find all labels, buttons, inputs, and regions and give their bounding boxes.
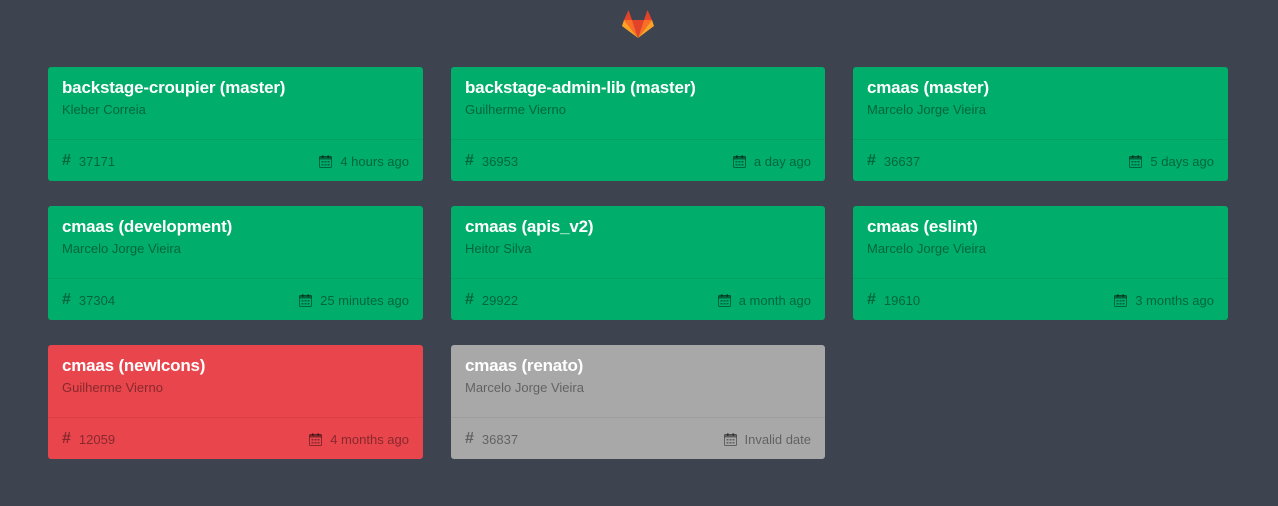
calendar-icon	[723, 432, 737, 446]
calendar-icon	[717, 293, 731, 307]
pipeline-time: 4 hours ago	[340, 153, 409, 169]
pipeline-id: 37304	[78, 292, 116, 308]
card-footer: # 29922 a month ago	[465, 291, 811, 309]
calendar-icon	[1129, 154, 1143, 168]
pipeline-card[interactable]: cmaas (newIcons) Guilherme Vierno # 1205…	[48, 345, 423, 459]
pipeline-title: cmaas (master)	[867, 78, 989, 97]
pipeline-time: Invalid date	[744, 431, 812, 447]
pipeline-time: 25 minutes ago	[320, 292, 409, 308]
card-footer: # 36837 Invalid date	[465, 430, 811, 448]
calendar-icon	[732, 154, 746, 168]
pipeline-title: backstage-croupier (master)	[62, 78, 286, 97]
pipeline-id: 36637	[883, 153, 921, 169]
card-divider	[48, 417, 423, 418]
pipeline-title: cmaas (eslint)	[867, 217, 978, 236]
pipeline-author: Guilherme Vierno	[62, 380, 163, 395]
hash-icon: #	[62, 430, 71, 447]
pipeline-title: cmaas (renato)	[465, 356, 584, 375]
hash-icon: #	[867, 152, 876, 169]
pipeline-grid: backstage-croupier (master) Kleber Corre…	[48, 67, 1228, 459]
card-footer: # 36637 5 days ago	[867, 152, 1214, 170]
pipeline-card[interactable]: cmaas (renato) Marcelo Jorge Vieira # 36…	[451, 345, 825, 459]
card-footer: # 37171 4 hours ago	[62, 152, 409, 170]
pipeline-title: cmaas (development)	[62, 217, 233, 236]
pipeline-time: 5 days ago	[1150, 153, 1214, 169]
hash-icon: #	[465, 152, 474, 169]
pipeline-card[interactable]: backstage-croupier (master) Kleber Corre…	[48, 67, 423, 181]
gitlab-logo-icon	[622, 9, 654, 39]
pipeline-title: cmaas (apis_v2)	[465, 217, 594, 236]
pipeline-author: Marcelo Jorge Vieira	[867, 102, 986, 117]
pipeline-author: Marcelo Jorge Vieira	[62, 241, 181, 256]
hash-icon: #	[465, 430, 474, 447]
card-divider	[853, 278, 1228, 279]
pipeline-author: Marcelo Jorge Vieira	[867, 241, 986, 256]
pipeline-time: 3 months ago	[1135, 292, 1214, 308]
pipeline-id: 36953	[481, 153, 519, 169]
pipeline-author: Heitor Silva	[465, 241, 532, 256]
hash-icon: #	[867, 291, 876, 308]
pipeline-title: cmaas (newIcons)	[62, 356, 206, 375]
calendar-icon	[1114, 293, 1128, 307]
hash-icon: #	[465, 291, 474, 308]
pipeline-title: backstage-admin-lib (master)	[465, 78, 696, 97]
calendar-icon	[319, 154, 333, 168]
calendar-icon	[299, 293, 313, 307]
card-footer: # 12059 4 months ago	[62, 430, 409, 448]
card-divider	[451, 278, 825, 279]
pipeline-time: a day ago	[753, 153, 811, 169]
card-divider	[451, 417, 825, 418]
card-divider	[48, 278, 423, 279]
card-divider	[48, 139, 423, 140]
pipeline-card[interactable]: backstage-admin-lib (master) Guilherme V…	[451, 67, 825, 181]
card-divider	[451, 139, 825, 140]
hash-icon: #	[62, 291, 71, 308]
card-footer: # 36953 a day ago	[465, 152, 811, 170]
pipeline-author: Marcelo Jorge Vieira	[465, 380, 584, 395]
pipeline-author: Kleber Correia	[62, 102, 146, 117]
calendar-icon	[309, 432, 323, 446]
pipeline-id: 19610	[883, 292, 921, 308]
pipeline-id: 37171	[78, 153, 116, 169]
pipeline-author: Guilherme Vierno	[465, 102, 566, 117]
hash-icon: #	[62, 152, 71, 169]
pipeline-card[interactable]: cmaas (eslint) Marcelo Jorge Vieira # 19…	[853, 206, 1228, 320]
card-footer: # 37304 25 minutes ago	[62, 291, 409, 309]
pipeline-id: 29922	[481, 292, 519, 308]
pipeline-card[interactable]: cmaas (development) Marcelo Jorge Vieira…	[48, 206, 423, 320]
card-divider	[853, 139, 1228, 140]
pipeline-time: 4 months ago	[330, 431, 409, 447]
pipeline-time: a month ago	[738, 292, 811, 308]
card-footer: # 19610 3 months ago	[867, 291, 1214, 309]
pipeline-card[interactable]: cmaas (apis_v2) Heitor Silva # 29922 a m…	[451, 206, 825, 320]
pipeline-card[interactable]: cmaas (master) Marcelo Jorge Vieira # 36…	[853, 67, 1228, 181]
pipeline-id: 12059	[78, 431, 116, 447]
pipeline-id: 36837	[481, 431, 519, 447]
